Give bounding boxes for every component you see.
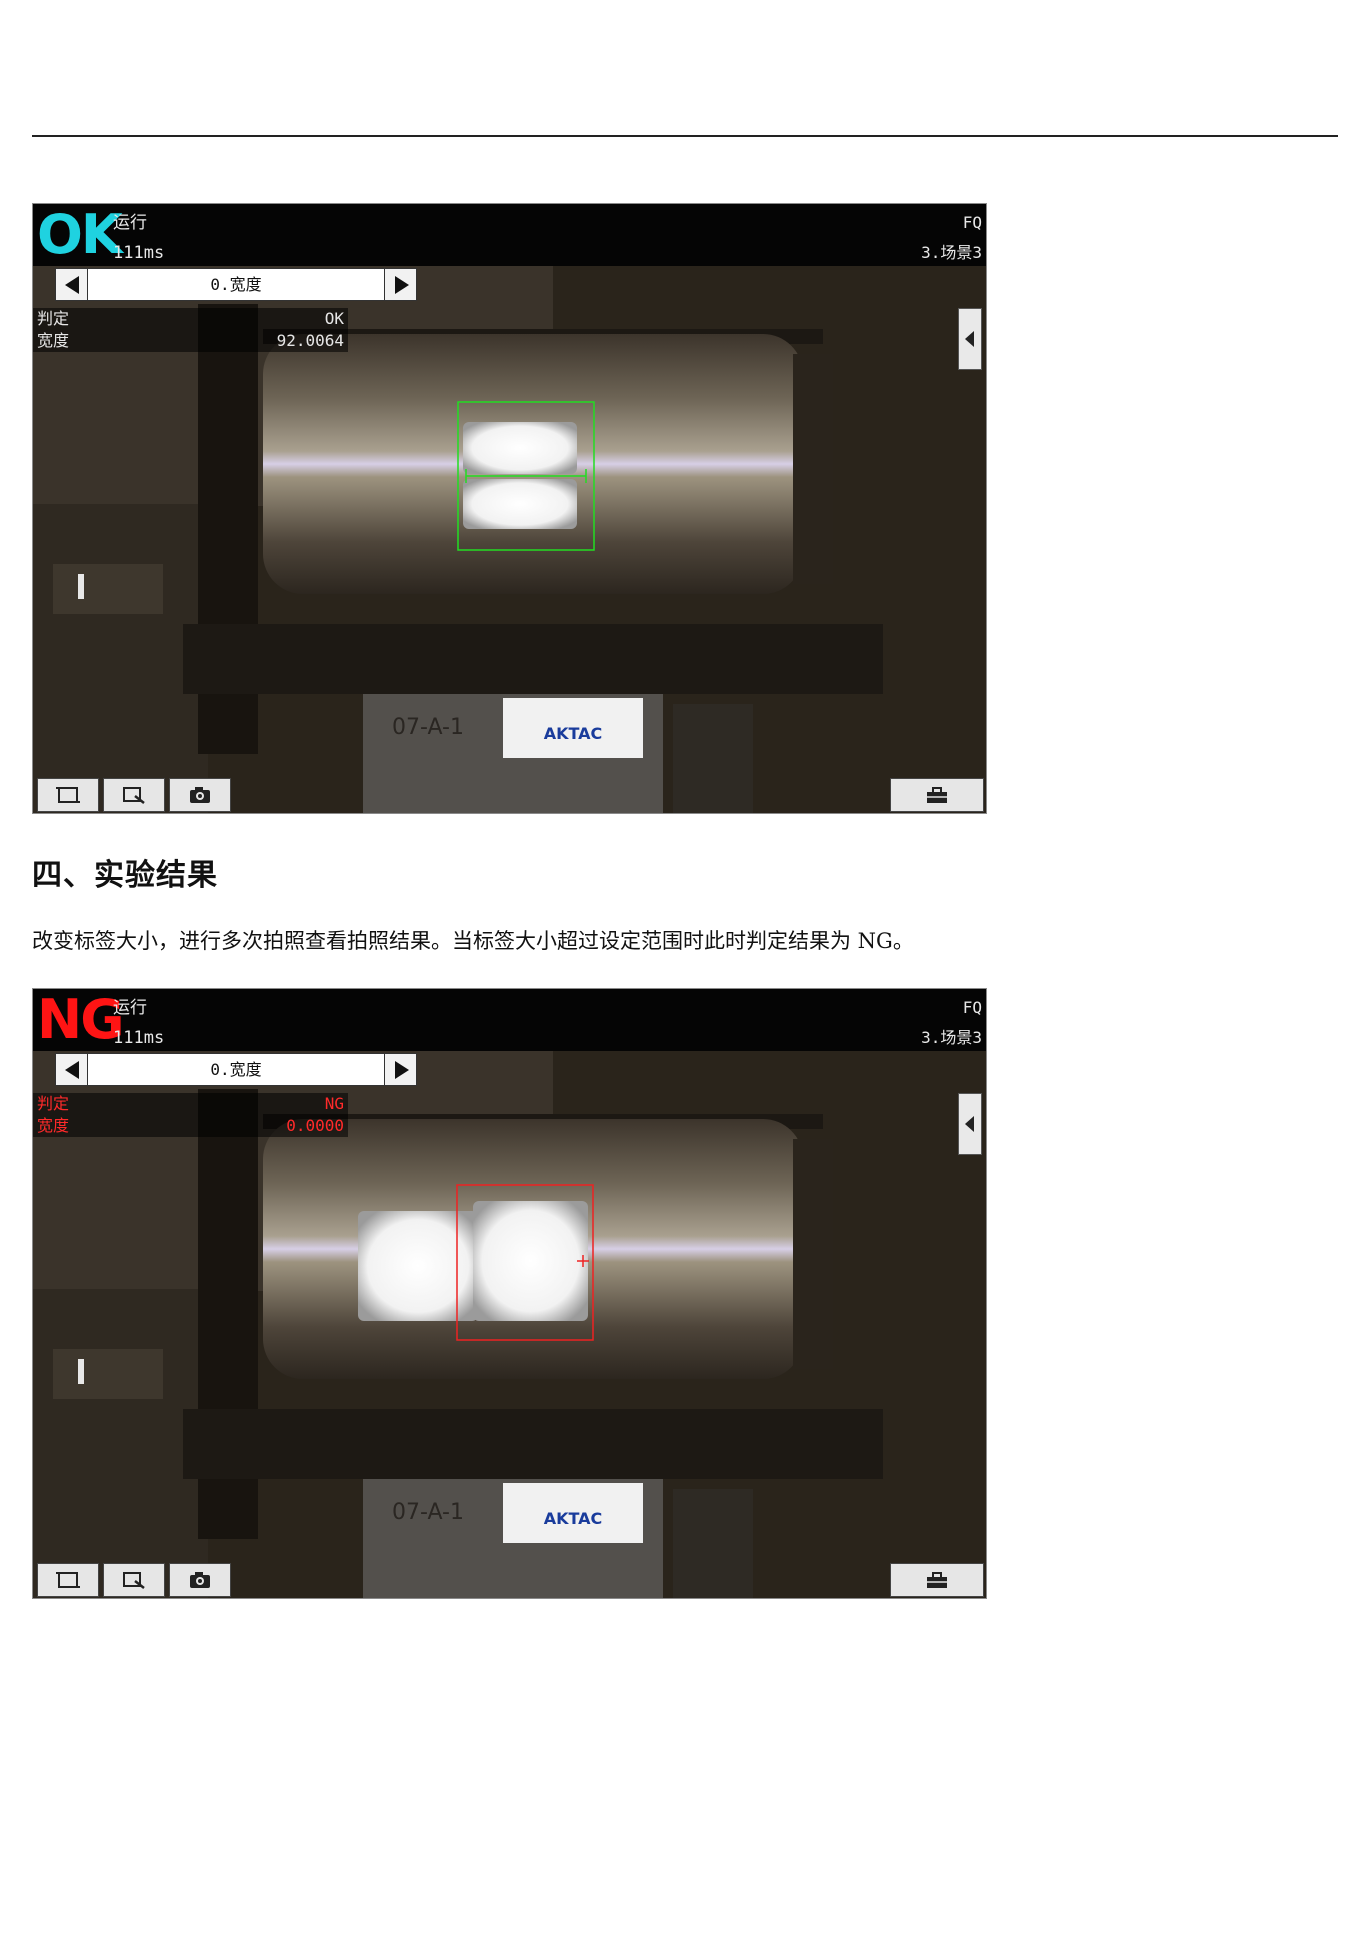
sticker-text: AKTAC: [544, 1509, 603, 1528]
fit-frame-icon: [56, 1572, 80, 1588]
toolbox-icon: [927, 1572, 947, 1588]
zoom-button[interactable]: [103, 778, 165, 812]
zoom-button[interactable]: [103, 1563, 165, 1597]
camera-icon: [190, 787, 210, 803]
inspection-screen-ng: AKTAC 07-A-1 NG 运行 111ms FQ 3.场景3 0.宽度 判…: [32, 988, 987, 1599]
result-label: 宽度: [37, 331, 70, 350]
mode-label: 运行: [113, 213, 147, 233]
collapse-panel-icon: [965, 1116, 974, 1132]
result-value: OK: [324, 309, 344, 328]
collapse-panel-button[interactable]: [958, 308, 982, 370]
next-item-button[interactable]: [384, 1052, 417, 1086]
camera-icon: [190, 1572, 210, 1588]
device-label: FQ: [962, 213, 982, 232]
device-label: FQ: [962, 998, 982, 1017]
zoom-icon: [123, 1572, 145, 1589]
result-row-judgement: 判定 OK: [33, 308, 348, 330]
status-bar: [33, 204, 986, 266]
result-row-width: 宽度 92.0064: [33, 330, 348, 352]
processing-time: 111ms: [113, 1028, 165, 1048]
zoom-icon: [123, 787, 145, 804]
result-value: 0.0000: [286, 1116, 344, 1135]
run-status: 运行 111ms: [113, 993, 164, 1053]
judge-badge: OK: [37, 203, 123, 266]
result-row-judgement: 判定 NG: [33, 1093, 348, 1115]
toolbox-icon: [927, 787, 947, 803]
camera-label: 07-A-1: [392, 1500, 464, 1525]
current-item-label: 0.宽度: [88, 1052, 384, 1086]
fit-frame-button[interactable]: [37, 778, 99, 812]
capture-button[interactable]: [169, 1563, 231, 1597]
collapse-panel-icon: [965, 331, 974, 347]
item-navigator: 0.宽度: [55, 266, 417, 302]
prev-item-button[interactable]: [55, 267, 88, 301]
status-bar: [33, 989, 986, 1051]
arrow-left-icon: [65, 1060, 79, 1079]
capture-button[interactable]: [169, 778, 231, 812]
result-row-width: 宽度 0.0000: [33, 1115, 348, 1137]
mode-label: 运行: [113, 998, 147, 1018]
sticker-text: AKTAC: [544, 724, 603, 743]
result-value: 92.0064: [276, 331, 344, 350]
section-paragraph: 改变标签大小，进行多次拍照查看拍照结果。当标签大小超过设定范围时此时判定结果为 …: [32, 929, 914, 953]
next-item-button[interactable]: [384, 267, 417, 301]
run-status: 运行 111ms: [113, 208, 164, 268]
arrow-right-icon: [395, 1060, 409, 1079]
section-heading: 四、实验结果: [32, 858, 218, 893]
arrow-right-icon: [395, 275, 409, 294]
current-item-label: 0.宽度: [88, 267, 384, 301]
result-label: 判定: [37, 1094, 70, 1113]
result-panel: 判定 OK 宽度 92.0064: [33, 308, 348, 352]
tools-button[interactable]: [890, 778, 984, 812]
result-value: NG: [324, 1094, 344, 1113]
prev-item-button[interactable]: [55, 1052, 88, 1086]
scene-label: 3.场景3: [921, 243, 982, 262]
inspection-screen-ok: AKTAC 07-A-1 OK 运行 111ms FQ 3.场景3 0.宽度 判…: [32, 203, 987, 814]
processing-time: 111ms: [113, 243, 165, 263]
fit-frame-icon: [56, 787, 80, 803]
fit-frame-button[interactable]: [37, 1563, 99, 1597]
camera-label: 07-A-1: [392, 715, 464, 740]
scene-label: 3.场景3: [921, 1028, 982, 1047]
tools-button[interactable]: [890, 1563, 984, 1597]
item-navigator: 0.宽度: [55, 1051, 417, 1087]
judge-badge: NG: [37, 988, 125, 1051]
result-label: 判定: [37, 309, 70, 328]
result-label: 宽度: [37, 1116, 70, 1135]
result-panel: 判定 NG 宽度 0.0000: [33, 1093, 348, 1137]
arrow-left-icon: [65, 275, 79, 294]
scene-info: FQ 3.场景3: [921, 993, 982, 1053]
collapse-panel-button[interactable]: [958, 1093, 982, 1155]
scene-info: FQ 3.场景3: [921, 208, 982, 268]
header-rule: [32, 135, 1338, 137]
